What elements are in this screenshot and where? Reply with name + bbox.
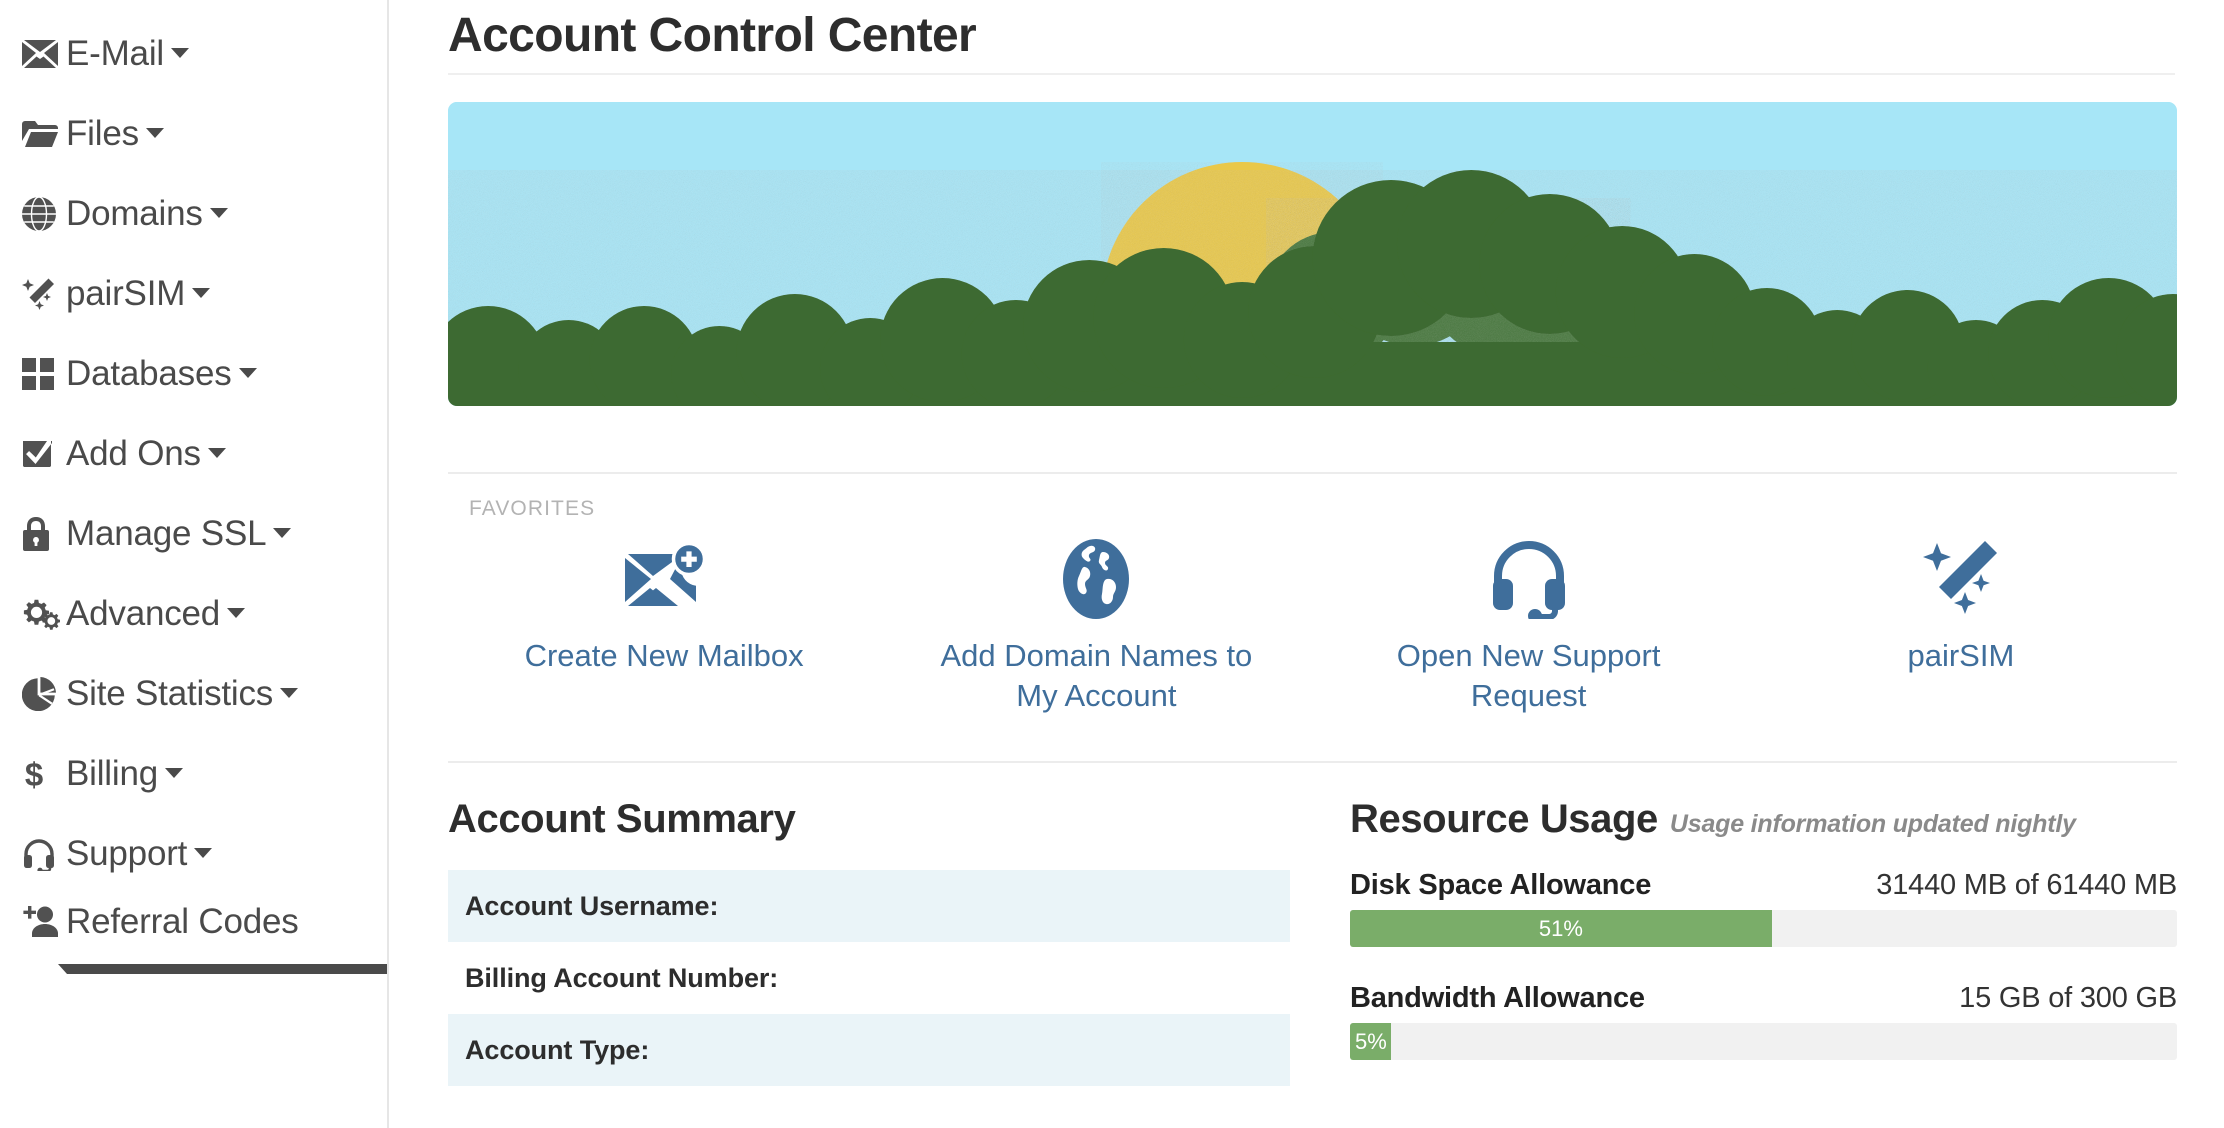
svg-text:$: $	[25, 757, 43, 791]
account-control-center-page: E-Mail Files Domains pairSIM Databases Add On…	[0, 0, 2224, 1128]
resource-usage-list: Disk Space Allowance 31440 MB of 61440 MB…	[1350, 869, 2177, 1060]
chevron-down-icon[interactable]	[145, 128, 164, 138]
summary-row: Billing Account Number:	[448, 942, 1290, 1014]
sidebar-item-databases[interactable]: Databases	[0, 334, 387, 414]
summary-top-divider	[448, 761, 2177, 763]
sidebar-item-label: Databases	[66, 354, 232, 393]
account-summary-heading-text: Account Summary	[448, 797, 796, 841]
summary-row-label: Account Username:	[465, 890, 719, 921]
sidebar-item-support[interactable]: Support	[0, 814, 387, 894]
resource-usage-subheading: Usage information updated nightly	[1669, 810, 2076, 838]
sidebar-item-referral-codes[interactable]: Referral Codes	[0, 894, 387, 1004]
sidebar-item-advanced[interactable]: Advanced	[0, 574, 387, 654]
summary-row-label: Billing Account Number:	[465, 962, 779, 993]
sidebar-item-label: Advanced	[66, 594, 221, 633]
usage-progress-track: 5%	[1350, 1023, 2177, 1060]
magic-wand-icon	[1922, 541, 1999, 615]
globe-icon	[1063, 539, 1130, 619]
chevron-down-icon[interactable]	[207, 448, 226, 458]
account-summary-table: Account Username: Billing Account Number:…	[448, 870, 1290, 1086]
magic-wand-icon	[22, 275, 60, 313]
resource-usage-heading: Resource Usage Usage information updated…	[1350, 797, 2177, 842]
usage-progress-track: 51%	[1350, 910, 2177, 947]
sidebar-item-pairsim[interactable]: pairSIM	[0, 254, 387, 334]
sidebar-item-label: Referral Codes	[66, 902, 299, 941]
sidebar-item-label: Billing	[66, 754, 158, 793]
sidebar-item-manage-ssl[interactable]: Manage SSL	[0, 494, 387, 574]
sidebar-item-add-ons[interactable]: Add Ons	[0, 414, 387, 494]
summary-row: Account Type:	[448, 1014, 1290, 1086]
chevron-down-icon[interactable]	[58, 964, 387, 974]
usage-progress-fill: 51%	[1350, 910, 1772, 947]
resource-usage-heading-text: Resource Usage	[1350, 797, 1658, 841]
main-sidebar: E-Mail Files Domains pairSIM Databases Add On…	[0, 0, 389, 1128]
usage-progress-fill: 5%	[1350, 1023, 1392, 1060]
usage-label: Disk Space Allowance	[1350, 869, 1652, 901]
sidebar-item-billing[interactable]: $ Billing	[0, 734, 387, 814]
chevron-down-icon[interactable]	[164, 768, 183, 778]
account-summary-heading: Account Summary	[448, 797, 1290, 842]
sidebar-item-label: E-Mail	[66, 34, 164, 73]
account-summary-panel: Account Summary Account Username: Billing…	[448, 797, 1350, 1095]
chevron-down-icon[interactable]	[227, 608, 246, 618]
cogs-icon	[22, 595, 60, 633]
envelope-plus-icon	[623, 542, 706, 615]
grid-icon	[22, 355, 60, 393]
favorites-row: Create New Mailbox Add Domain Names to My…	[448, 539, 2177, 716]
usage-label: Bandwidth Allowance	[1350, 982, 1645, 1014]
headset-icon	[1490, 541, 1568, 619]
favorite-label: Open New Support Request	[1396, 638, 1661, 713]
forest-sunrise-illustration	[448, 102, 2177, 406]
sidebar-item-label: Site Statistics	[66, 674, 274, 713]
envelope-icon	[22, 35, 60, 73]
usage-header: Bandwidth Allowance 15 GB of 300 GB	[1350, 982, 2177, 1015]
favorite-create-new-mailbox[interactable]: Create New Mailbox	[448, 542, 880, 716]
pie-chart-icon	[22, 675, 60, 713]
main-content: Account Control Center FAVORITES Create …	[389, 0, 2224, 1128]
sidebar-item-e-mail[interactable]: E-Mail	[0, 14, 387, 94]
favorites-section-label: FAVORITES	[469, 497, 596, 520]
sidebar-item-label: Support	[66, 834, 188, 873]
chevron-down-icon[interactable]	[280, 688, 299, 698]
chevron-down-icon[interactable]	[170, 48, 189, 58]
user-plus-icon	[22, 903, 60, 941]
sidebar-item-files[interactable]: Files	[0, 94, 387, 174]
page-title: Account Control Center	[448, 0, 2175, 75]
sidebar-item-label: Add Ons	[66, 434, 201, 473]
check-box-icon	[22, 435, 60, 473]
globe-icon	[22, 195, 60, 233]
chevron-down-icon[interactable]	[192, 288, 211, 298]
sidebar-item-label: Manage SSL	[66, 514, 267, 553]
usage-header: Disk Space Allowance 31440 MB of 61440 MB	[1350, 869, 2177, 902]
summary-row-label: Account Type:	[465, 1034, 650, 1065]
usage-block: Bandwidth Allowance 15 GB of 300 GB 5%	[1350, 982, 2177, 1060]
lock-icon	[22, 515, 60, 553]
sidebar-item-label: pairSIM	[66, 274, 186, 313]
favorite-add-domain-names-to-my-account[interactable]: Add Domain Names to My Account	[880, 539, 1312, 716]
sidebar-item-site-statistics[interactable]: Site Statistics	[0, 654, 387, 734]
favorite-pairsim[interactable]: pairSIM	[1745, 541, 2177, 716]
resource-usage-panel: Resource Usage Usage information updated…	[1350, 797, 2177, 1095]
usage-block: Disk Space Allowance 31440 MB of 61440 MB…	[1350, 869, 2177, 947]
usage-value: 31440 MB of 61440 MB	[1876, 869, 2177, 901]
hero-banner-image	[448, 102, 2177, 406]
summary-row: Account Username:	[448, 870, 1290, 942]
favorite-label: Add Domain Names to My Account	[940, 638, 1253, 713]
usage-value: 15 GB of 300 GB	[1959, 982, 2177, 1014]
favorite-open-new-support-request[interactable]: Open New Support Request	[1313, 541, 1745, 716]
bottom-section: Account Summary Account Username: Billing…	[448, 797, 2177, 1095]
sidebar-item-domains[interactable]: Domains	[0, 174, 387, 254]
chevron-down-icon[interactable]	[194, 848, 213, 858]
sidebar-item-label: Domains	[66, 194, 203, 233]
sidebar-item-label: Files	[66, 114, 139, 153]
chevron-down-icon[interactable]	[238, 368, 257, 378]
chevron-down-icon[interactable]	[209, 208, 228, 218]
dollar-icon: $	[22, 755, 60, 793]
headset-icon	[22, 835, 60, 873]
chevron-down-icon[interactable]	[273, 528, 292, 538]
favorite-label: Create New Mailbox	[524, 638, 804, 673]
folder-icon	[22, 115, 60, 153]
favorite-label: pairSIM	[1907, 638, 2015, 673]
